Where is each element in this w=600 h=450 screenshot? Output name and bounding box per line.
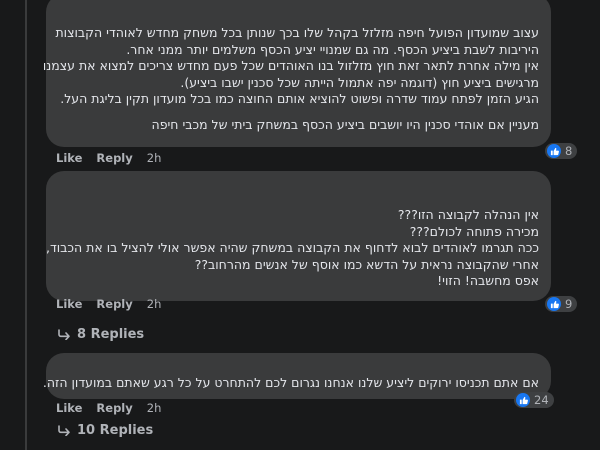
view-replies-link[interactable]: 8 Replies <box>58 327 144 342</box>
like-button[interactable]: Like <box>56 297 82 311</box>
thread-line <box>25 0 27 450</box>
reaction-count[interactable]: 8 <box>545 143 578 159</box>
reply-button[interactable]: Reply <box>96 151 132 165</box>
comment-bubble: עצוב שמועדון הפועל חיפה מזלזל בקהל שלו ב… <box>42 0 551 147</box>
thumbs-up-icon <box>547 144 561 158</box>
comment-actions: Like Reply 2h <box>56 297 161 311</box>
comment-actions: Like Reply 2h <box>56 151 161 165</box>
like-button[interactable]: Like <box>56 401 82 415</box>
reaction-count-value: 24 <box>534 393 549 407</box>
comment-actions: Like Reply 2h <box>56 401 161 415</box>
reaction-count[interactable]: 24 <box>514 392 554 408</box>
reaction-count[interactable]: 9 <box>545 296 578 312</box>
comment-bubble: אם אתם תכניסו ירוקים ליציע שלנו אנחנו נג… <box>42 353 551 399</box>
comment-text-line: אחרי שהקבוצה נראית על הדשא כמו אוסף של א… <box>194 256 539 272</box>
view-replies-link[interactable]: 10 Replies <box>58 423 153 438</box>
comment-text-line: עצוב שמועדון הפועל חיפה מזלזל בקהל שלו ב… <box>55 25 539 40</box>
comment-text-line: אפס מחשבה! הזוי! <box>437 273 539 288</box>
replies-count-label: 10 Replies <box>77 423 154 438</box>
comment-text-line: מכירה פתוחה לכולם??? <box>409 223 539 239</box>
reaction-count-value: 9 <box>565 297 573 311</box>
comment-timestamp[interactable]: 2h <box>147 297 162 311</box>
reply-arrow-icon <box>58 425 70 436</box>
comment-text-line: ככה תגרמו לאוהדים לבוא לדחוף את הקבוצה ב… <box>45 240 539 255</box>
comment-text-line: הגיע הזמן לפתח עמוד שדרה ופשוט להוציא או… <box>60 91 539 106</box>
comment-text-line: אין מילה אחרת לתאר זאת חוץ מזלזול בנו הא… <box>42 58 539 73</box>
comment-text-line: אם אתם תכניסו ירוקים ליציע שלנו אנחנו נג… <box>42 375 539 390</box>
like-button[interactable]: Like <box>56 151 82 165</box>
reply-button[interactable]: Reply <box>96 401 132 415</box>
comment-bubble: אין הנהלה לקבוצה הזו??? מכירה פתוחה לכול… <box>46 171 551 301</box>
comment-timestamp[interactable]: 2h <box>147 401 162 415</box>
replies-count-label: 8 Replies <box>77 327 145 342</box>
reply-arrow-icon <box>58 329 70 340</box>
thumbs-up-icon <box>547 297 561 311</box>
reaction-count-value: 8 <box>565 144 573 158</box>
comment-text-line: מעניין אם אוהדי סכנין היו יושבים ביציע ה… <box>151 116 539 132</box>
reply-button[interactable]: Reply <box>96 297 132 311</box>
comment-text-line: מרגישים ביציע חוץ (דוגמה יפה אתמול הייתה… <box>180 74 539 90</box>
comment-timestamp[interactable]: 2h <box>147 151 162 165</box>
comment-text-line: היריבות לשבת ביציע הכסף. מה גם שמנויי יצ… <box>126 41 539 57</box>
comment-text-line: אין הנהלה לקבוצה הזו??? <box>397 207 539 222</box>
thumbs-up-icon <box>516 393 530 407</box>
